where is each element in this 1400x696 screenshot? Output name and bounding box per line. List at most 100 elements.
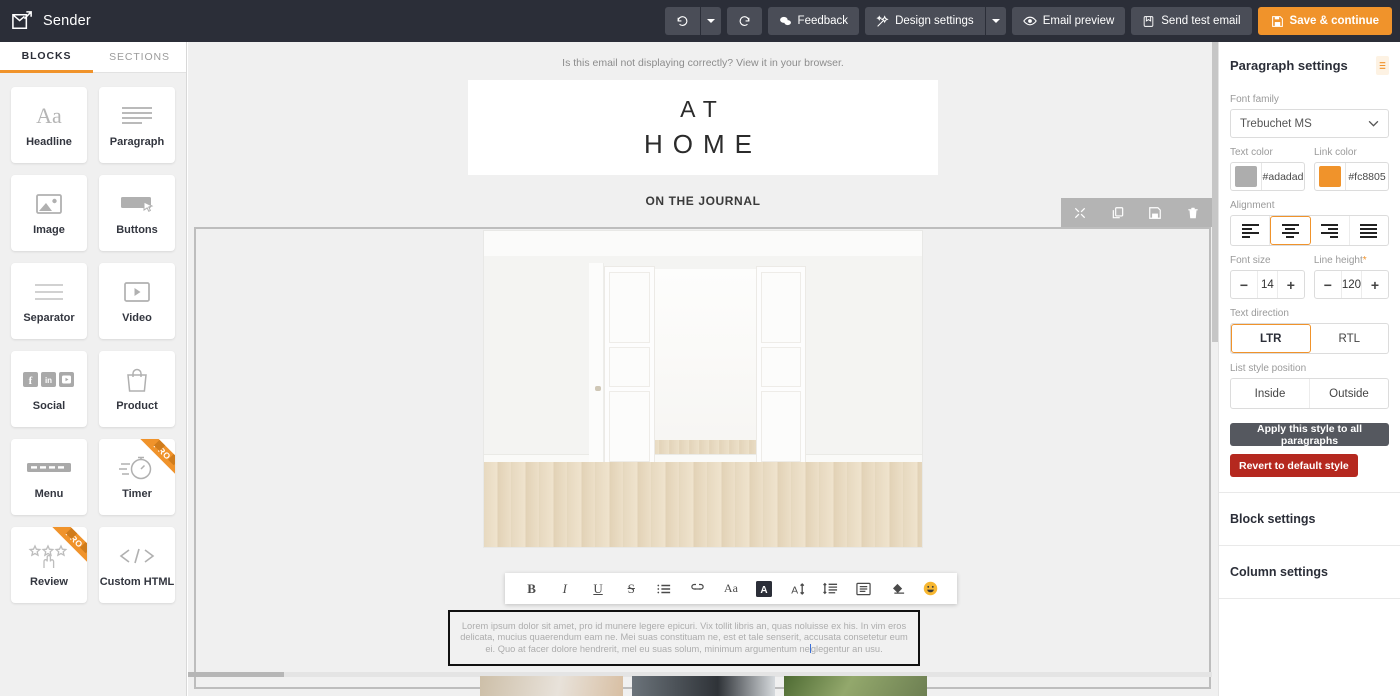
email-logo-block[interactable]: AT HOME (468, 80, 938, 175)
link-color-value[interactable]: #fc8805 (1345, 163, 1388, 190)
trash-icon[interactable] (1186, 206, 1200, 220)
block-timer[interactable]: PRO Timer (99, 439, 175, 515)
hero-image[interactable] (483, 230, 923, 548)
save-and-continue-button[interactable]: Save & continue (1257, 7, 1392, 35)
text-color-field[interactable]: #adadad (1230, 162, 1305, 191)
button-cursor-icon (120, 189, 154, 219)
list-style-position-label: List style position (1230, 363, 1307, 374)
duplicate-icon[interactable] (1111, 206, 1125, 220)
image-row-thumbnails (188, 676, 1218, 696)
text-direction-rtl-button[interactable]: RTL (1311, 324, 1389, 353)
email-preview-button[interactable]: Email preview (1011, 7, 1126, 35)
font-family-select[interactable]: Trebuchet MS (1230, 109, 1389, 138)
align-center-button[interactable] (1270, 216, 1311, 245)
tab-blocks[interactable]: BLOCKS (0, 42, 93, 73)
send-test-email-button[interactable]: Send test email (1131, 7, 1252, 35)
list-style-inside-button[interactable]: Inside (1231, 379, 1310, 408)
logo-line-1: AT (680, 95, 726, 122)
design-settings-dropdown-button[interactable] (985, 7, 1006, 35)
block-menu[interactable]: Menu (11, 439, 87, 515)
thumbnail-image-1[interactable] (479, 676, 623, 696)
align-left-button[interactable] (1231, 216, 1271, 245)
block-paragraph[interactable]: Paragraph (99, 87, 175, 163)
save-icon[interactable] (1148, 206, 1162, 220)
font-family-icon[interactable]: Aa (719, 577, 743, 601)
font-size-icon[interactable]: A (785, 577, 809, 601)
video-play-icon (123, 277, 151, 307)
paragraph-block[interactable]: Lorem ipsum dolor sit amet, pro id muner… (448, 610, 920, 666)
block-label: Headline (26, 136, 72, 148)
list-style-outside-button[interactable]: Outside (1310, 379, 1388, 408)
shopping-bag-icon (125, 365, 149, 395)
bullet-list-icon[interactable] (652, 577, 676, 601)
photo-door-panel (609, 346, 650, 387)
block-product[interactable]: Product (99, 351, 175, 427)
move-icon[interactable] (1073, 206, 1087, 220)
thumbnail-image-3[interactable] (783, 676, 927, 696)
tab-sections[interactable]: SECTIONS (93, 42, 186, 73)
rich-text-toolbar: B I U S Aa A A (505, 573, 957, 604)
revert-to-default-style-button[interactable]: Revert to default style (1230, 454, 1358, 477)
block-separator[interactable]: Separator (11, 263, 87, 339)
italic-icon[interactable]: I (553, 577, 577, 601)
undo-dropdown-button[interactable] (700, 7, 721, 35)
email-canvas[interactable]: Is this email not displaying correctly? … (188, 42, 1218, 696)
text-direction-segmented-control: LTR RTL (1230, 323, 1389, 354)
paragraph-editable-text[interactable]: Lorem ipsum dolor sit amet, pro id muner… (458, 621, 910, 656)
panel-header: Paragraph settings (1230, 42, 1389, 85)
redo-button[interactable] (726, 7, 762, 35)
text-color-icon[interactable]: A (752, 577, 776, 601)
line-height-decrement[interactable]: − (1315, 271, 1341, 298)
block-settings-section[interactable]: Block settings (1219, 493, 1400, 546)
emoji-icon[interactable] (918, 577, 942, 601)
photo-door-panel (760, 346, 801, 387)
align-justify-button[interactable] (1350, 216, 1388, 245)
block-custom-html[interactable]: Custom HTML (99, 527, 175, 603)
text-aa-icon: Aa (36, 103, 62, 128)
link-icon[interactable] (686, 577, 710, 601)
stars-hand-icon (28, 541, 70, 571)
font-size-increment[interactable]: + (1278, 271, 1304, 298)
alignment-segmented-control (1230, 215, 1389, 246)
photo-door-panel (760, 271, 801, 343)
collapse-icon[interactable] (1376, 56, 1389, 75)
block-video[interactable]: Video (99, 263, 175, 339)
block-review[interactable]: PRO Review (11, 527, 87, 603)
font-size-decrement[interactable]: − (1231, 271, 1257, 298)
size-fields-row: Font size − 14 + Line height* − 120 + (1230, 246, 1389, 299)
align-right-button[interactable] (1311, 216, 1350, 245)
menu-bar-icon (27, 453, 71, 483)
block-image[interactable]: Image (11, 175, 87, 251)
strikethrough-icon[interactable]: S (619, 577, 643, 601)
text-color-swatch[interactable] (1235, 166, 1257, 187)
underline-icon[interactable]: U (586, 577, 610, 601)
line-height-increment[interactable]: + (1362, 271, 1388, 298)
block-headline[interactable]: Aa Headline (11, 87, 87, 163)
text-direction-ltr-button[interactable]: LTR (1231, 324, 1311, 353)
block-social[interactable]: f in Social (11, 351, 87, 427)
line-height-icon[interactable] (819, 577, 843, 601)
photo-door-panel (760, 390, 801, 462)
clear-format-icon[interactable] (885, 577, 909, 601)
align-icon[interactable] (852, 577, 876, 601)
link-color-swatch[interactable] (1319, 166, 1341, 187)
section-heading[interactable]: ON THE JOURNAL (468, 175, 938, 208)
svg-text:A: A (761, 585, 768, 596)
thumbnail-image-2[interactable] (631, 676, 775, 696)
block-buttons[interactable]: Buttons (99, 175, 175, 251)
column-settings-section[interactable]: Column settings (1219, 546, 1400, 599)
photo-floor (484, 461, 922, 547)
photo-baseboard (484, 453, 922, 462)
photo-door-right (755, 265, 806, 468)
design-settings-button[interactable]: Design settings (865, 7, 985, 35)
design-settings-label: Design settings (895, 15, 974, 27)
text-color-value[interactable]: #adadad (1261, 163, 1304, 190)
font-size-value[interactable]: 14 (1257, 271, 1278, 298)
link-color-field[interactable]: #fc8805 (1314, 162, 1389, 191)
bold-icon[interactable]: B (520, 577, 544, 601)
undo-button[interactable] (664, 7, 700, 35)
feedback-button[interactable]: Feedback (767, 7, 860, 35)
line-height-value[interactable]: 120 (1340, 271, 1362, 298)
svg-text:f: f (29, 375, 33, 387)
apply-style-to-all-button[interactable]: Apply this style to all paragraphs (1230, 423, 1389, 447)
